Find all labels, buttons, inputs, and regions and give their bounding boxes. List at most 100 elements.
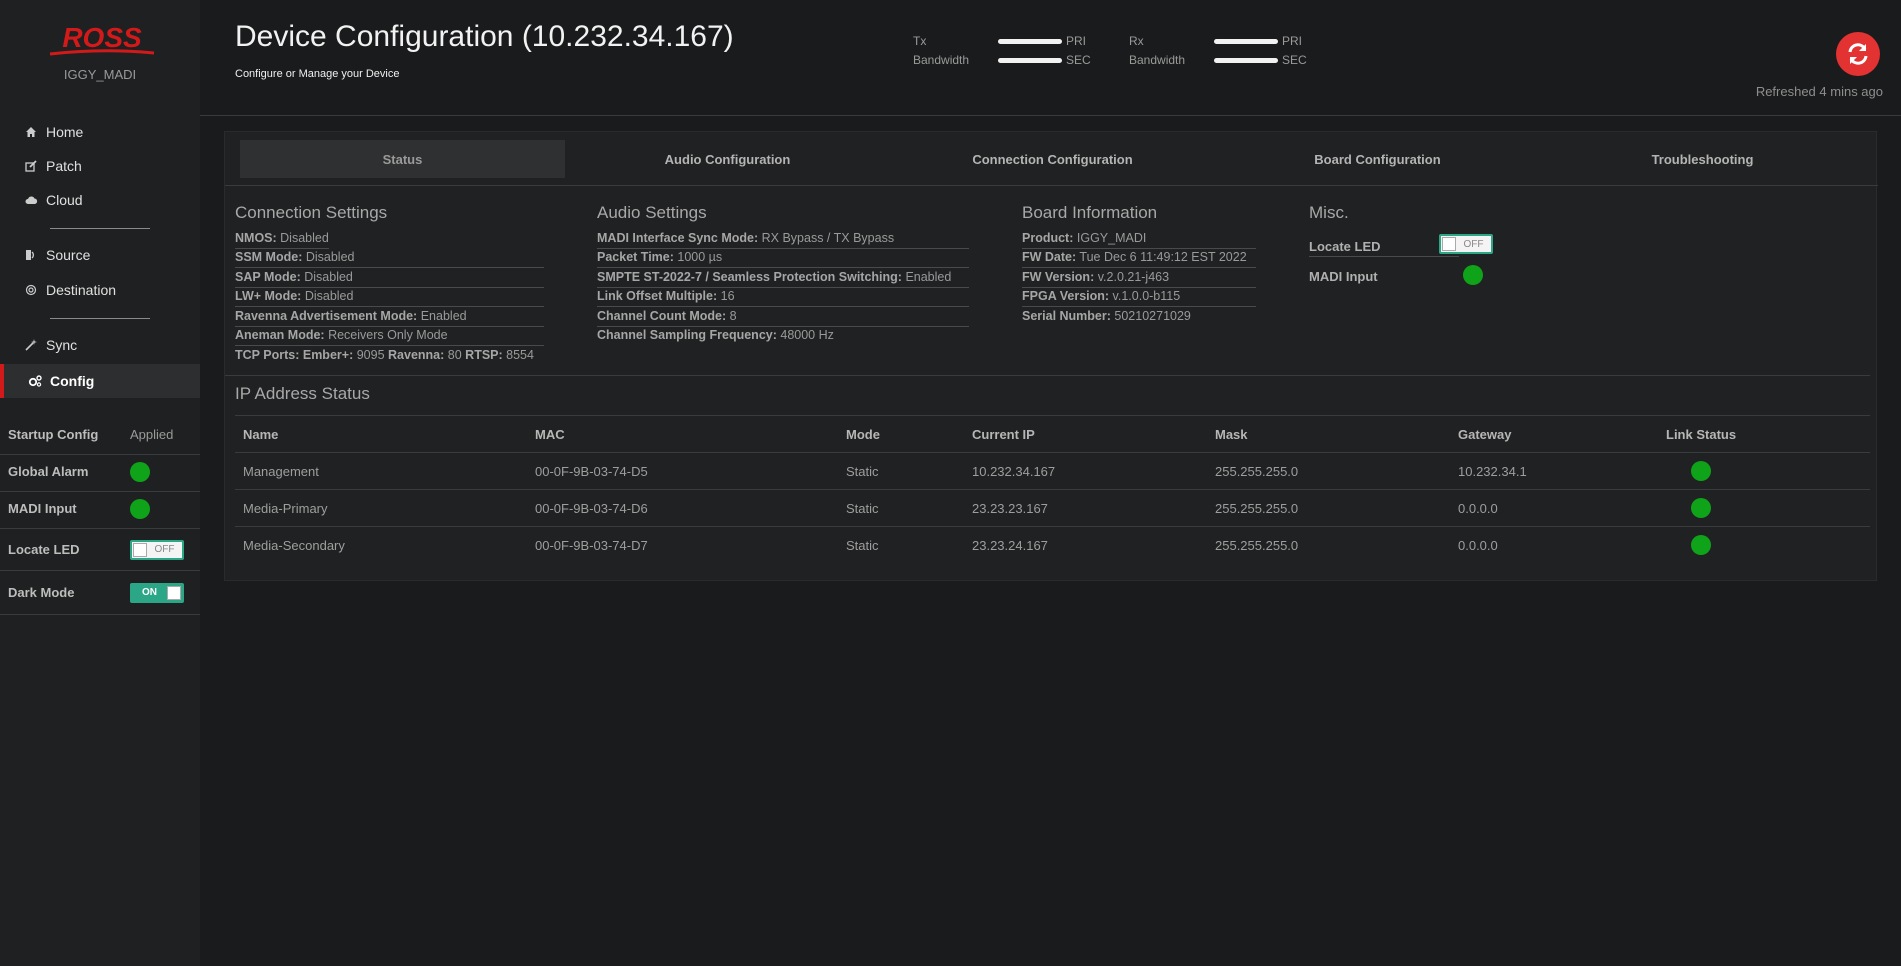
tab-troubleshooting[interactable]: Troubleshooting [1540,140,1865,178]
cell-mac: 00-0F-9B-03-74-D5 [527,452,838,490]
nav-label: Patch [46,158,82,174]
ip-status-table: Name MAC Mode Current IP Mask Gateway Li… [235,415,1870,564]
nav-home[interactable]: Home [0,115,200,149]
cloud-icon [24,193,38,207]
setting-value: RX Bypass / TX Bypass [761,231,895,245]
nav-label: Home [46,124,84,140]
fw-date-info: FW Date: Tue Dec 6 11:49:12 EST 2022 [1022,248,1256,268]
cell-mask: 255.255.255.0 [1207,489,1450,527]
sidebar: ROSS IGGY_MADI Home Patch Cloud Source D… [0,0,200,966]
misc-locate-led-label: Locate LED [1309,239,1381,254]
misc-title: Misc. [1309,203,1349,222]
startup-config-row: Startup Config Applied [0,415,200,455]
setting-key: Aneman Mode: [235,328,325,342]
misc-madi-input-label: MADI Input [1309,269,1378,284]
col-gateway: Gateway [1450,415,1658,453]
refresh-icon [1848,43,1868,65]
setting-value: Disabled [280,231,329,245]
lw-setting: LW+ Mode: Disabled [235,287,544,307]
cell-mask: 255.255.255.0 [1207,452,1450,490]
board-info-title: Board Information [1022,203,1158,222]
dark-mode-toggle[interactable]: ON [130,582,184,603]
page-subtitle: Configure or Manage your Device [235,68,400,80]
cell-gateway: 0.0.0.0 [1450,489,1658,527]
destination-icon [24,283,38,297]
rx-bandwidth: Rx Bandwidth PRI SEC [1129,32,1329,70]
setting-key: SAP Mode: [235,270,301,284]
setting-value: Disabled [305,250,355,264]
refresh-button[interactable] [1836,32,1880,76]
logo-text: ROSS [62,22,142,53]
ip-status-title: IP Address Status [235,384,370,403]
nav-config[interactable]: Config [0,364,200,398]
cell-link-status [1658,452,1870,490]
setting-key: Ravenna: [388,348,445,362]
setting-value: Receivers Only Mode [328,328,448,342]
madi-input-label: MADI Input [8,501,77,516]
sampling-frequency-setting: Channel Sampling Frequency: 48000 Hz [597,326,834,346]
nav-label: Config [50,373,95,389]
cell-mac: 00-0F-9B-03-74-D7 [535,537,648,553]
link-status-indicator [1691,498,1711,518]
tab-audio-configuration[interactable]: Audio Configuration [565,140,890,178]
smpte-setting: SMPTE ST-2022-7 / Seamless Protection Sw… [597,268,969,288]
setting-value: v.1.0.0-b115 [1112,289,1181,303]
nav-sync[interactable]: Sync [0,328,200,362]
setting-key: NMOS: [235,231,277,245]
table-row: Media-Primary 00-0F-9B-03-74-D6 Static 2… [235,489,1870,527]
col-name: Name [235,415,527,453]
nav-label: Cloud [46,192,83,208]
setting-key: Ravenna Advertisement Mode: [235,309,418,323]
setting-value: 8554 [506,348,534,362]
misc-locate-led-toggle[interactable]: OFF [1439,234,1493,254]
tab-connection-configuration[interactable]: Connection Configuration [890,140,1215,178]
setting-value: 16 [720,289,735,303]
cell-link-status [1658,527,1870,564]
toggle-text: OFF [154,544,175,555]
nav-source[interactable]: Source [0,238,200,272]
cell-mode: Static [846,537,879,553]
nav-destination[interactable]: Destination [0,273,200,307]
setting-key: Product: [1022,231,1074,245]
setting-value: Disabled [304,289,354,303]
rx-pri-tag: PRI [1282,34,1303,48]
toggle-knob [1442,237,1456,251]
setting-value: Disabled [304,270,353,284]
fw-version-info: FW Version: v.2.0.21-j463 [1022,268,1256,288]
setting-key: Ember+: [302,348,354,362]
global-alarm-indicator [130,461,150,482]
setting-key: SMPTE ST-2022-7 / Seamless Protection Sw… [597,270,902,284]
tab-status[interactable]: Status [240,140,565,178]
dark-mode-row: Dark Mode ON [0,571,200,615]
tab-board-configuration[interactable]: Board Configuration [1215,140,1540,178]
misc-divider [1309,256,1459,257]
cell-name: Media-Primary [235,489,527,527]
cell-link-status [1658,489,1870,527]
link-status-indicator [1691,461,1711,481]
cell-mode: Static [838,489,964,527]
section-divider [225,375,1870,376]
cell-mode: Static [838,452,964,490]
cell-mac: 00-0F-9B-03-74-D6 [527,489,838,527]
setting-key: FPGA Version: [1022,289,1110,303]
rx-sec-tag: SEC [1282,53,1307,67]
ravenna-adv-setting: Ravenna Advertisement Mode: Enabled [235,307,544,327]
tx-sec-tag: SEC [1066,53,1091,67]
nav-cloud[interactable]: Cloud [0,183,200,217]
cell-current-ip: 10.232.34.167 [964,452,1207,490]
fpga-version-info: FPGA Version: v.1.0.0-b115 [1022,287,1256,307]
tx-sec-bar [998,58,1062,63]
setting-value: 1000 µs [677,250,723,264]
home-icon [24,125,38,139]
setting-key: Serial Number: [1022,309,1111,323]
setting-key: FW Version: [1022,270,1095,284]
table-row: Media-Secondary 00-0F-9B-03-74-D7 Static… [235,527,1870,564]
setting-value: 80 [447,348,462,362]
rx-sec-bar [1214,58,1278,63]
refreshed-status: Refreshed 4 mins ago [1755,84,1883,99]
nav-label: Sync [46,337,78,353]
nav-patch[interactable]: Patch [0,149,200,183]
audio-settings-title: Audio Settings [597,203,707,222]
locate-led-row: Locate LED OFF [0,529,200,571]
locate-led-toggle[interactable]: OFF [130,539,184,560]
